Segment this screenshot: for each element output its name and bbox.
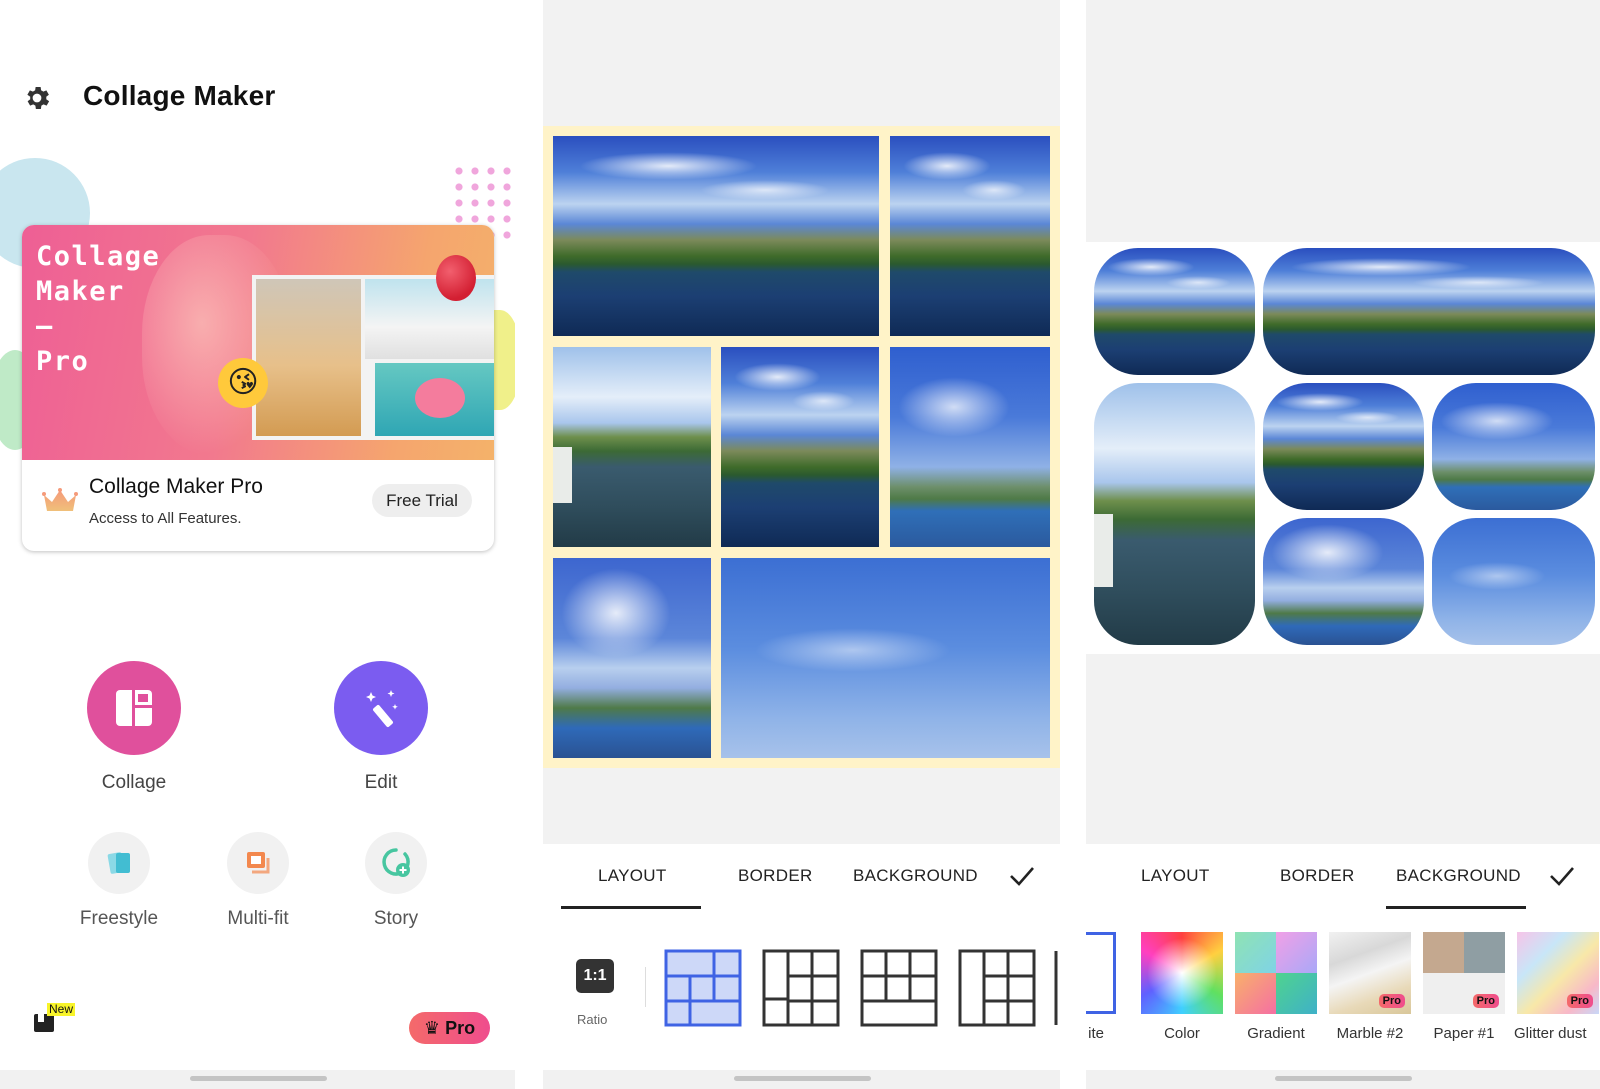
editor-tab-bar: LAYOUT BORDER BACKGROUND (1086, 844, 1600, 912)
freestyle-button[interactable]: Freestyle (64, 832, 174, 930)
divider (645, 967, 646, 1007)
layout-editor-screen: LAYOUT BORDER BACKGROUND 1:1 Ratio (543, 0, 1060, 1089)
home-gesture-handle[interactable] (189, 1076, 327, 1081)
tab-background[interactable]: BACKGROUND (1396, 866, 1521, 886)
ratio-button[interactable]: 1:1 (576, 959, 614, 993)
tab-border[interactable]: BORDER (1280, 866, 1355, 886)
crown-icon: ♛ (423, 1018, 441, 1038)
swatch-label: Gradient (1247, 1025, 1305, 1042)
edit-button[interactable]: Edit (333, 661, 429, 794)
gear-icon[interactable] (22, 83, 52, 113)
story-label: Story (373, 908, 419, 929)
home-gesture-handle[interactable] (1275, 1076, 1412, 1081)
pro-label: Pro (445, 1018, 476, 1038)
freestyle-circle[interactable] (88, 832, 150, 894)
swatch-label: Color (1164, 1025, 1200, 1042)
collage-photo[interactable] (1263, 518, 1424, 645)
multi-fit-circle[interactable] (227, 832, 289, 894)
banner-photo (256, 279, 361, 436)
marble-swatch[interactable]: Pro (1329, 932, 1411, 1014)
collage-photo[interactable] (1263, 248, 1595, 375)
tab-border[interactable]: BORDER (738, 866, 813, 886)
pro-chip: Pro (1378, 994, 1405, 1008)
collage-canvas[interactable] (1086, 242, 1600, 654)
pro-promo-card[interactable]: Collage Maker – Pro 😘 Collage Maker Pro … (22, 225, 494, 551)
collage-photo[interactable] (553, 136, 879, 336)
white-swatch[interactable] (1086, 932, 1116, 1014)
color-swatch[interactable] (1141, 932, 1223, 1014)
collage-label: Collage (101, 772, 167, 793)
banner-photo (365, 279, 494, 359)
paper-swatch[interactable]: Pro (1423, 932, 1505, 1014)
swatch-label: Marble #2 (1336, 1025, 1404, 1042)
balloon-image (436, 255, 476, 301)
collage-canvas[interactable] (543, 126, 1060, 768)
promo-name: Collage Maker Pro (89, 475, 263, 498)
pro-chip: Pro (1566, 994, 1593, 1008)
pro-button[interactable]: ♛ Pro (409, 1012, 490, 1044)
collage-circle[interactable] (87, 661, 181, 755)
layout-option[interactable] (1053, 949, 1060, 1027)
checkmark-icon[interactable] (1008, 864, 1036, 888)
collage-photo[interactable] (890, 136, 1050, 336)
ratio-label: Ratio (577, 1012, 608, 1027)
tab-background[interactable]: BACKGROUND (853, 866, 978, 886)
multi-fit-button[interactable]: Multi-fit (203, 832, 313, 930)
edit-circle[interactable] (334, 661, 428, 755)
pro-chip: Pro (1472, 994, 1499, 1008)
freestyle-label: Freestyle (79, 908, 159, 929)
edit-label: Edit (364, 772, 398, 793)
layout-option-selected[interactable] (664, 949, 742, 1027)
swatch-label: Paper #1 (1433, 1025, 1495, 1042)
layout-option[interactable] (860, 949, 938, 1027)
collage-photo[interactable] (553, 347, 711, 547)
collage-photo[interactable] (1263, 383, 1424, 510)
collage-photo[interactable] (721, 558, 1050, 758)
promo-banner: Collage Maker – Pro 😘 (22, 225, 494, 460)
new-badge: New (47, 1002, 76, 1016)
app-title: Collage Maker (83, 80, 276, 111)
collage-photo[interactable] (1432, 518, 1595, 645)
home-gesture-handle[interactable] (733, 1076, 871, 1081)
multi-fit-icon (247, 852, 270, 874)
free-trial-button[interactable]: Free Trial (372, 484, 472, 517)
layout-option[interactable] (762, 949, 840, 1027)
layout-option[interactable] (958, 949, 1036, 1027)
story-icon (382, 848, 410, 877)
glitter-swatch[interactable]: Pro (1517, 932, 1599, 1014)
multi-fit-label: Multi-fit (227, 908, 289, 929)
collage-photo[interactable] (1432, 383, 1595, 510)
promo-subtitle: Access to All Features. (89, 510, 242, 527)
collage-photo[interactable] (1094, 248, 1255, 375)
swatch-label: ite (1088, 1025, 1104, 1042)
collage-icon (116, 690, 152, 726)
crown-icon (42, 488, 78, 511)
banner-title: Collage Maker – Pro (36, 241, 161, 377)
swatch-label: Glitter dust (1514, 1025, 1587, 1042)
kiss-emoji-icon: 😘 (218, 358, 268, 408)
story-button[interactable]: Story (341, 832, 451, 930)
banner-photo (375, 363, 494, 436)
home-screen: Collage Maker Collage Maker – Pro 😘 Coll… (0, 0, 515, 1089)
tab-layout[interactable]: LAYOUT (1141, 866, 1210, 886)
magic-wand-icon (366, 690, 398, 727)
collage-button[interactable]: Collage (86, 661, 182, 794)
active-tab-indicator (561, 906, 701, 909)
active-tab-indicator (1386, 906, 1526, 909)
collage-photo[interactable] (553, 558, 711, 758)
gradient-swatch[interactable] (1235, 932, 1317, 1014)
story-circle[interactable] (365, 832, 427, 894)
collage-photo[interactable] (890, 347, 1050, 547)
collage-photo[interactable] (721, 347, 879, 547)
checkmark-icon[interactable] (1548, 864, 1576, 888)
background-editor-screen: LAYOUT BORDER BACKGROUND ite Color Gradi… (1086, 0, 1600, 1089)
tab-layout[interactable]: LAYOUT (598, 866, 667, 886)
collage-photo[interactable] (1094, 383, 1255, 645)
freestyle-icon (107, 852, 130, 874)
layout-options: 1:1 Ratio (543, 912, 1060, 1070)
editor-tab-bar: LAYOUT BORDER BACKGROUND (543, 844, 1060, 912)
